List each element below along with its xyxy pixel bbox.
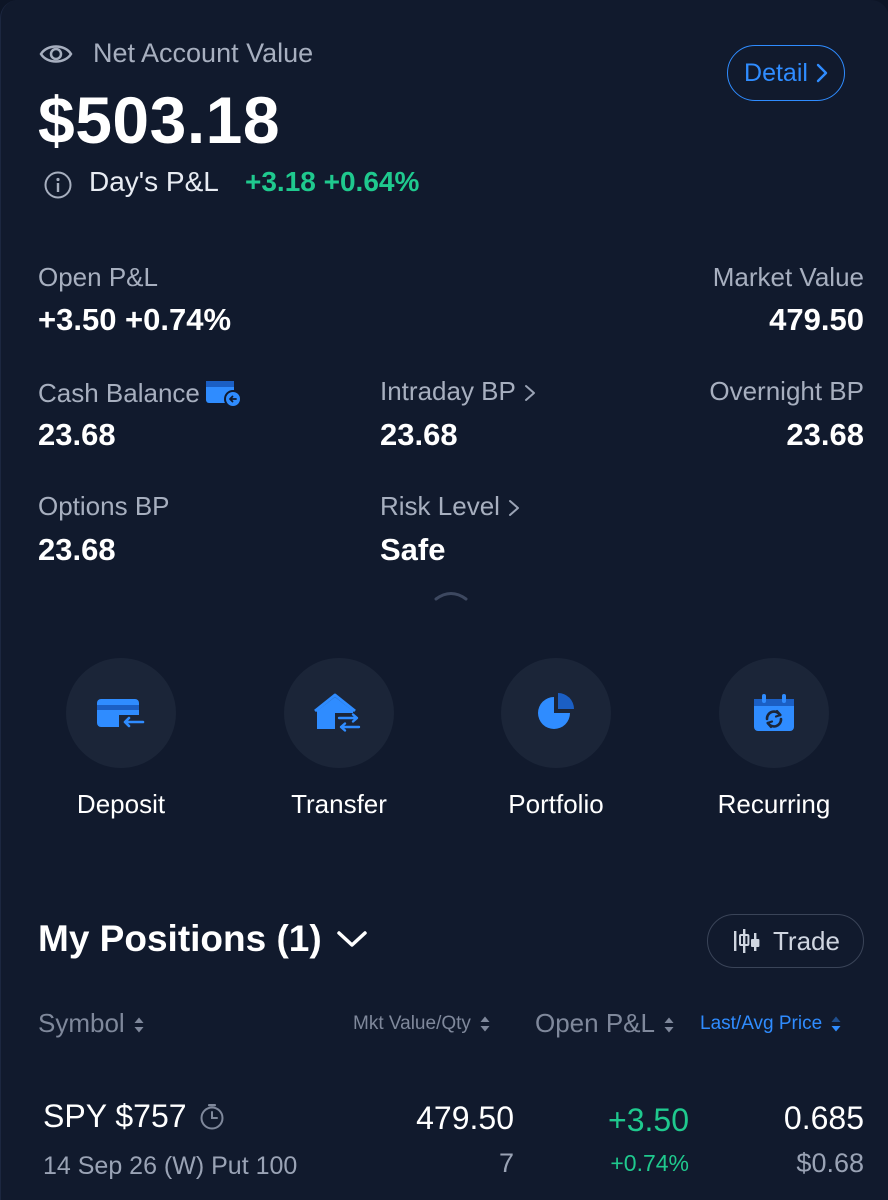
options-bp-value: 23.68 <box>38 532 116 567</box>
wallet-icon[interactable] <box>204 376 244 410</box>
intraday-bp-label: Intraday BP <box>380 376 516 406</box>
deposit-label[interactable]: Deposit <box>21 789 221 820</box>
position-qty: 7 <box>498 1148 514 1178</box>
overnight-bp-label: Overnight BP <box>709 376 864 406</box>
position-detail: 14 Sep 26 (W) Put 100 <box>43 1152 298 1180</box>
sort-icon <box>664 1017 674 1033</box>
options-bp-label: Options BP <box>38 491 170 521</box>
risk-level-label: Risk Level <box>380 491 500 521</box>
pie-chart-icon <box>538 693 574 729</box>
chevron-down-icon <box>336 931 367 947</box>
transfer-button[interactable] <box>284 658 394 768</box>
detail-button[interactable]: Detail <box>727 45 845 101</box>
net-account-value-label: Net Account Value <box>93 38 314 68</box>
card-deposit-icon <box>97 699 145 729</box>
recurring-label[interactable]: Recurring <box>674 789 874 820</box>
day-pl-value: +3.18 +0.64% <box>245 166 420 197</box>
positions-header[interactable]: My Positions (1) <box>38 918 368 960</box>
market-value: 479.50 <box>769 302 864 337</box>
deposit-button[interactable] <box>66 658 176 768</box>
day-pl-label: Day's P&L <box>89 166 219 197</box>
column-header-symbol-label: Symbol <box>38 1008 125 1038</box>
column-header-open-pl-label: Open P&L <box>535 1008 655 1038</box>
open-pl-label: Open P&L <box>38 262 158 292</box>
net-account-value: $503.18 <box>38 83 281 157</box>
sort-icon <box>134 1017 144 1033</box>
chevron-right-icon <box>816 63 828 83</box>
position-avg-price: $0.68 <box>796 1148 864 1178</box>
sort-icon <box>480 1016 490 1032</box>
column-header-symbol[interactable]: Symbol <box>38 1008 145 1039</box>
open-pl-value: +3.50 +0.74% <box>38 302 232 337</box>
trade-button[interactable]: Trade <box>707 914 864 968</box>
risk-level-link[interactable]: Risk Level <box>380 491 520 522</box>
position-symbol: SPY $757 <box>43 1098 187 1134</box>
cash-balance-value: 23.68 <box>38 417 116 452</box>
table-row[interactable]: SPY $757 14 Sep 26 (W) Put 100 479.50 7 … <box>1 1090 888 1200</box>
recurring-button[interactable] <box>719 658 829 768</box>
market-value-label: Market Value <box>712 262 864 292</box>
position-last-price: 0.685 <box>783 1100 864 1136</box>
portfolio-button[interactable] <box>501 658 611 768</box>
position-mkt-value: 479.50 <box>416 1100 514 1136</box>
intraday-bp-value: 23.68 <box>380 417 458 452</box>
info-icon[interactable] <box>43 170 73 200</box>
chevron-right-icon <box>524 385 535 402</box>
calendar-recurring-icon <box>754 694 794 731</box>
risk-level-value: Safe <box>380 532 446 567</box>
overnight-bp-value: 23.68 <box>786 417 864 452</box>
account-card: Net Account Value $503.18 Day's P&L +3.1… <box>0 0 888 1200</box>
house-transfer-icon <box>314 693 363 733</box>
positions-title: My Positions (1) <box>38 918 322 959</box>
portfolio-label[interactable]: Portfolio <box>456 789 656 820</box>
collapse-chevron-icon[interactable] <box>433 588 469 602</box>
timer-icon <box>200 1103 224 1129</box>
column-header-mkt-value-label: Mkt Value/Qty <box>353 1013 471 1034</box>
column-header-mkt-value[interactable]: Mkt Value/Qty <box>353 1013 491 1035</box>
position-open-pl: +3.50 <box>608 1102 689 1138</box>
cash-balance-label-group: Cash Balance <box>38 376 244 410</box>
sort-descending-icon <box>831 1016 841 1032</box>
intraday-bp-link[interactable]: Intraday BP <box>380 376 536 407</box>
transfer-label[interactable]: Transfer <box>239 789 439 820</box>
column-header-last-avg-price[interactable]: Last/Avg Price <box>700 1013 842 1035</box>
chevron-right-icon <box>508 500 519 517</box>
detail-button-label: Detail <box>744 58 808 87</box>
eye-icon[interactable] <box>39 40 73 68</box>
candlestick-icon <box>734 929 760 953</box>
column-header-open-pl[interactable]: Open P&L <box>535 1008 675 1039</box>
cash-balance-label: Cash Balance <box>38 377 200 408</box>
column-header-last-avg-price-label: Last/Avg Price <box>700 1013 823 1034</box>
position-symbol-group: SPY $757 <box>43 1098 225 1135</box>
position-open-pl-pct: +0.74% <box>610 1150 689 1176</box>
trade-button-label: Trade <box>773 925 840 956</box>
